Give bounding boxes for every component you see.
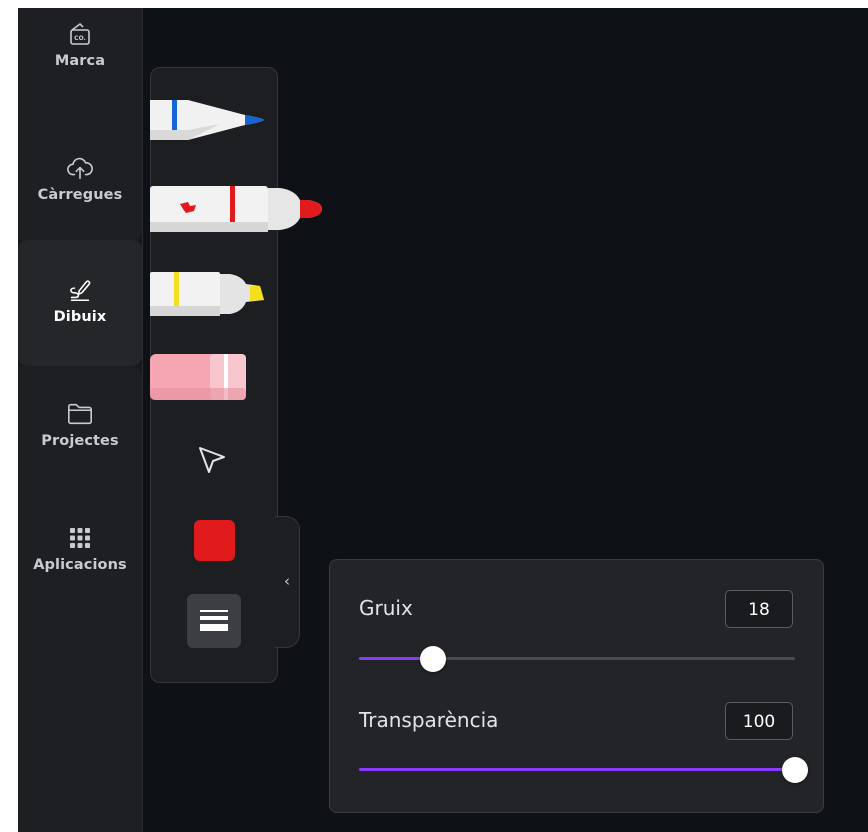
- transparency-input[interactable]: 100: [725, 702, 793, 740]
- app-frame: CO. Marca Càrregues Dibuix Projectes Apl…: [18, 8, 868, 832]
- folder-icon: [66, 400, 94, 428]
- nav-item-draw[interactable]: Dibuix: [18, 240, 142, 366]
- cloud-upload-icon: [66, 154, 94, 182]
- thickness-slider[interactable]: [359, 646, 795, 672]
- marker-tool[interactable]: [150, 176, 325, 246]
- stroke-settings-button[interactable]: [187, 594, 241, 648]
- stroke-weight-icon: [200, 610, 228, 631]
- nav-item-projects[interactable]: Projectes: [18, 366, 142, 492]
- nav-item-uploads[interactable]: Càrregues: [18, 114, 142, 240]
- pen-tool[interactable]: [150, 90, 270, 150]
- thickness-slider-thumb[interactable]: [420, 646, 446, 672]
- toolbar-tab-joint: [273, 517, 277, 645]
- stroke-settings-popover: Gruix 18 Transparència 100: [329, 559, 824, 813]
- collapse-toolbar-button[interactable]: ‹: [279, 568, 295, 594]
- transparency-slider[interactable]: [359, 757, 808, 783]
- highlighter-tool[interactable]: [150, 264, 270, 324]
- side-navigation: CO. Marca Càrregues Dibuix Projectes Apl…: [18, 8, 143, 832]
- apps-grid-icon: [66, 524, 94, 552]
- color-picker-swatch[interactable]: [194, 520, 235, 561]
- nav-label-apps: Aplicacions: [33, 557, 127, 573]
- transparency-slider-fill: [359, 768, 795, 771]
- transparency-label: Transparència: [359, 708, 499, 732]
- nav-item-brand[interactable]: CO. Marca: [18, 8, 142, 114]
- thickness-input[interactable]: 18: [725, 590, 793, 628]
- transparency-slider-thumb[interactable]: [782, 757, 808, 783]
- nav-label-uploads: Càrregues: [37, 187, 123, 203]
- brand-icon-text: CO.: [74, 35, 86, 42]
- select-tool[interactable]: [195, 444, 229, 478]
- drawing-toolbar: ‹: [150, 67, 322, 683]
- nav-label-draw: Dibuix: [53, 309, 107, 325]
- nav-label-projects: Projectes: [41, 433, 119, 449]
- nav-label-brand: Marca: [54, 53, 106, 69]
- nav-item-apps[interactable]: Aplicacions: [18, 492, 142, 612]
- brand-kit-icon: CO.: [66, 20, 94, 48]
- draw-icon: [66, 276, 94, 304]
- thickness-label: Gruix: [359, 596, 413, 620]
- eraser-tool[interactable]: [150, 348, 250, 404]
- chevron-left-icon: ‹: [284, 572, 290, 590]
- cursor-arrow-icon: [199, 447, 225, 473]
